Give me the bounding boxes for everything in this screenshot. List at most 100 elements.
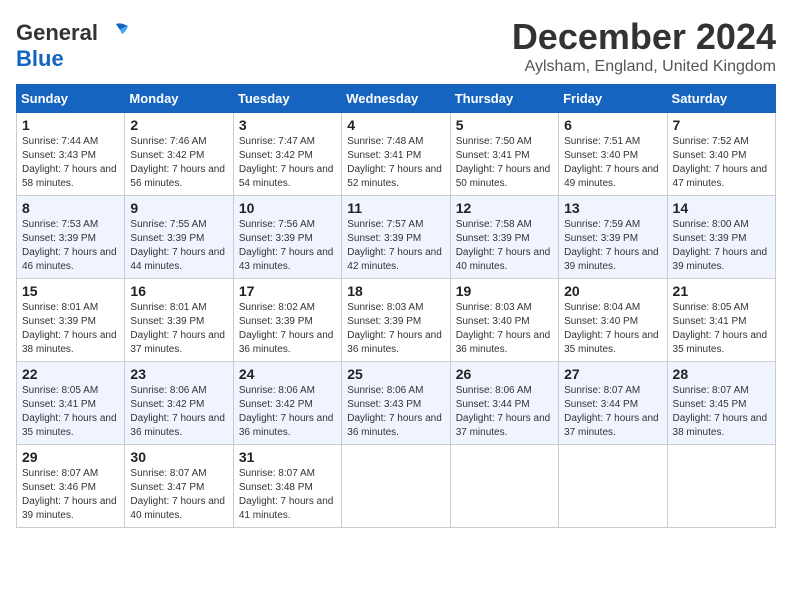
calendar-cell: 6 Sunrise: 7:51 AMSunset: 3:40 PMDaylight… — [559, 113, 667, 196]
location-title: Aylsham, England, United Kingdom — [512, 58, 776, 76]
day-number: 18 — [347, 283, 444, 299]
day-number: 24 — [239, 366, 336, 382]
logo-bird-icon — [100, 22, 132, 44]
calendar-cell: 4 Sunrise: 7:48 AMSunset: 3:41 PMDaylight… — [342, 113, 450, 196]
title-area: December 2024 Aylsham, England, United K… — [512, 16, 776, 76]
calendar-cell: 29 Sunrise: 8:07 AMSunset: 3:46 PMDayligh… — [17, 445, 125, 528]
day-number: 29 — [22, 449, 119, 465]
calendar-cell: 20Sunrise: 8:04 AMSunset: 3:40 PMDayligh… — [559, 279, 667, 362]
calendar-week-row: 8 Sunrise: 7:53 AMSunset: 3:39 PMDaylight… — [17, 196, 776, 279]
day-number: 27 — [564, 366, 661, 382]
day-number: 5 — [456, 117, 553, 133]
calendar-cell: 26 Sunrise: 8:06 AMSunset: 3:44 PMDayligh… — [450, 362, 558, 445]
calendar-cell: 16Sunrise: 8:01 AMSunset: 3:39 PMDayligh… — [125, 279, 233, 362]
day-number: 25 — [347, 366, 444, 382]
calendar-cell: 23 Sunrise: 8:06 AMSunset: 3:42 PMDayligh… — [125, 362, 233, 445]
month-title: December 2024 — [512, 16, 776, 58]
day-number: 6 — [564, 117, 661, 133]
day-info: Sunrise: 8:03 AMSunset: 3:40 PMDaylight:… — [456, 301, 553, 357]
day-number: 10 — [239, 200, 336, 216]
day-number: 19 — [456, 283, 553, 299]
day-info: Sunrise: 7:56 AMSunset: 3:39 PMDaylight:… — [239, 218, 336, 274]
day-number: 11 — [347, 200, 444, 216]
day-number: 4 — [347, 117, 444, 133]
day-number: 31 — [239, 449, 336, 465]
day-info: Sunrise: 8:00 AMSunset: 3:39 PMDaylight:… — [673, 218, 770, 274]
day-info: Sunrise: 7:48 AMSunset: 3:41 PMDaylight:… — [347, 135, 444, 191]
day-info: Sunrise: 7:53 AMSunset: 3:39 PMDaylight:… — [22, 218, 119, 274]
calendar-cell: 3Sunrise: 7:47 AMSunset: 3:42 PMDaylight… — [233, 113, 341, 196]
weekday-header-sunday: Sunday — [17, 85, 125, 113]
weekday-header-tuesday: Tuesday — [233, 85, 341, 113]
day-number: 7 — [673, 117, 770, 133]
day-number: 17 — [239, 283, 336, 299]
calendar-cell: 31 Sunrise: 8:07 AMSunset: 3:48 PMDayligh… — [233, 445, 341, 528]
day-number: 26 — [456, 366, 553, 382]
day-info: Sunrise: 8:06 AMSunset: 3:42 PMDaylight:… — [130, 384, 227, 440]
weekday-header-thursday: Thursday — [450, 85, 558, 113]
day-info: Sunrise: 8:01 AMSunset: 3:39 PMDaylight:… — [130, 301, 227, 357]
day-info: Sunrise: 7:46 AMSunset: 3:42 PMDaylight:… — [130, 135, 227, 191]
calendar-cell: 10 Sunrise: 7:56 AMSunset: 3:39 PMDayligh… — [233, 196, 341, 279]
calendar-cell: 24 Sunrise: 8:06 AMSunset: 3:42 PMDayligh… — [233, 362, 341, 445]
day-number: 22 — [22, 366, 119, 382]
calendar-cell: 14 Sunrise: 8:00 AMSunset: 3:39 PMDayligh… — [667, 196, 775, 279]
calendar-cell — [342, 445, 450, 528]
calendar-cell: 27 Sunrise: 8:07 AMSunset: 3:44 PMDayligh… — [559, 362, 667, 445]
logo-blue-text: Blue — [16, 46, 64, 71]
day-number: 30 — [130, 449, 227, 465]
day-info: Sunrise: 8:05 AMSunset: 3:41 PMDaylight:… — [22, 384, 119, 440]
calendar-cell: 25Sunrise: 8:06 AMSunset: 3:43 PMDayligh… — [342, 362, 450, 445]
calendar-week-row: 29 Sunrise: 8:07 AMSunset: 3:46 PMDayligh… — [17, 445, 776, 528]
calendar-cell — [667, 445, 775, 528]
day-number: 8 — [22, 200, 119, 216]
day-info: Sunrise: 8:07 AMSunset: 3:47 PMDaylight:… — [130, 467, 227, 523]
weekday-header-friday: Friday — [559, 85, 667, 113]
day-number: 14 — [673, 200, 770, 216]
weekday-header-wednesday: Wednesday — [342, 85, 450, 113]
day-info: Sunrise: 8:05 AMSunset: 3:41 PMDaylight:… — [673, 301, 770, 357]
day-info: Sunrise: 8:06 AMSunset: 3:42 PMDaylight:… — [239, 384, 336, 440]
calendar-cell: 12Sunrise: 7:58 AMSunset: 3:39 PMDayligh… — [450, 196, 558, 279]
calendar-header-row: SundayMondayTuesdayWednesdayThursdayFrid… — [17, 85, 776, 113]
day-number: 28 — [673, 366, 770, 382]
page-header: General Blue December 2024 Aylsham, Engl… — [16, 16, 776, 76]
day-number: 20 — [564, 283, 661, 299]
calendar-week-row: 15 Sunrise: 8:01 AMSunset: 3:39 PMDayligh… — [17, 279, 776, 362]
calendar-cell: 30 Sunrise: 8:07 AMSunset: 3:47 PMDayligh… — [125, 445, 233, 528]
day-number: 23 — [130, 366, 227, 382]
day-info: Sunrise: 8:02 AMSunset: 3:39 PMDaylight:… — [239, 301, 336, 357]
day-info: Sunrise: 7:55 AMSunset: 3:39 PMDaylight:… — [130, 218, 227, 274]
calendar-cell: 7 Sunrise: 7:52 AMSunset: 3:40 PMDaylight… — [667, 113, 775, 196]
calendar-cell: 9Sunrise: 7:55 AMSunset: 3:39 PMDaylight… — [125, 196, 233, 279]
calendar-cell: 17 Sunrise: 8:02 AMSunset: 3:39 PMDayligh… — [233, 279, 341, 362]
logo: General Blue — [16, 20, 132, 72]
day-info: Sunrise: 7:51 AMSunset: 3:40 PMDaylight:… — [564, 135, 661, 191]
calendar-cell: 15 Sunrise: 8:01 AMSunset: 3:39 PMDayligh… — [17, 279, 125, 362]
weekday-header-monday: Monday — [125, 85, 233, 113]
calendar-cell — [450, 445, 558, 528]
day-info: Sunrise: 8:07 AMSunset: 3:46 PMDaylight:… — [22, 467, 119, 523]
day-number: 1 — [22, 117, 119, 133]
calendar-table: SundayMondayTuesdayWednesdayThursdayFrid… — [16, 84, 776, 528]
day-info: Sunrise: 8:01 AMSunset: 3:39 PMDaylight:… — [22, 301, 119, 357]
day-info: Sunrise: 7:50 AMSunset: 3:41 PMDaylight:… — [456, 135, 553, 191]
day-info: Sunrise: 8:07 AMSunset: 3:44 PMDaylight:… — [564, 384, 661, 440]
day-number: 15 — [22, 283, 119, 299]
weekday-header-saturday: Saturday — [667, 85, 775, 113]
day-info: Sunrise: 8:07 AMSunset: 3:45 PMDaylight:… — [673, 384, 770, 440]
day-info: Sunrise: 8:07 AMSunset: 3:48 PMDaylight:… — [239, 467, 336, 523]
calendar-week-row: 1Sunrise: 7:44 AMSunset: 3:43 PMDaylight… — [17, 113, 776, 196]
day-number: 21 — [673, 283, 770, 299]
day-number: 2 — [130, 117, 227, 133]
calendar-cell: 11Sunrise: 7:57 AMSunset: 3:39 PMDayligh… — [342, 196, 450, 279]
calendar-cell: 2 Sunrise: 7:46 AMSunset: 3:42 PMDaylight… — [125, 113, 233, 196]
calendar-cell: 1Sunrise: 7:44 AMSunset: 3:43 PMDaylight… — [17, 113, 125, 196]
logo-general-text: General — [16, 20, 98, 46]
calendar-cell: 18 Sunrise: 8:03 AMSunset: 3:39 PMDayligh… — [342, 279, 450, 362]
calendar-cell: 21 Sunrise: 8:05 AMSunset: 3:41 PMDayligh… — [667, 279, 775, 362]
day-info: Sunrise: 7:52 AMSunset: 3:40 PMDaylight:… — [673, 135, 770, 191]
day-info: Sunrise: 8:06 AMSunset: 3:44 PMDaylight:… — [456, 384, 553, 440]
day-info: Sunrise: 8:03 AMSunset: 3:39 PMDaylight:… — [347, 301, 444, 357]
calendar-week-row: 22 Sunrise: 8:05 AMSunset: 3:41 PMDayligh… — [17, 362, 776, 445]
